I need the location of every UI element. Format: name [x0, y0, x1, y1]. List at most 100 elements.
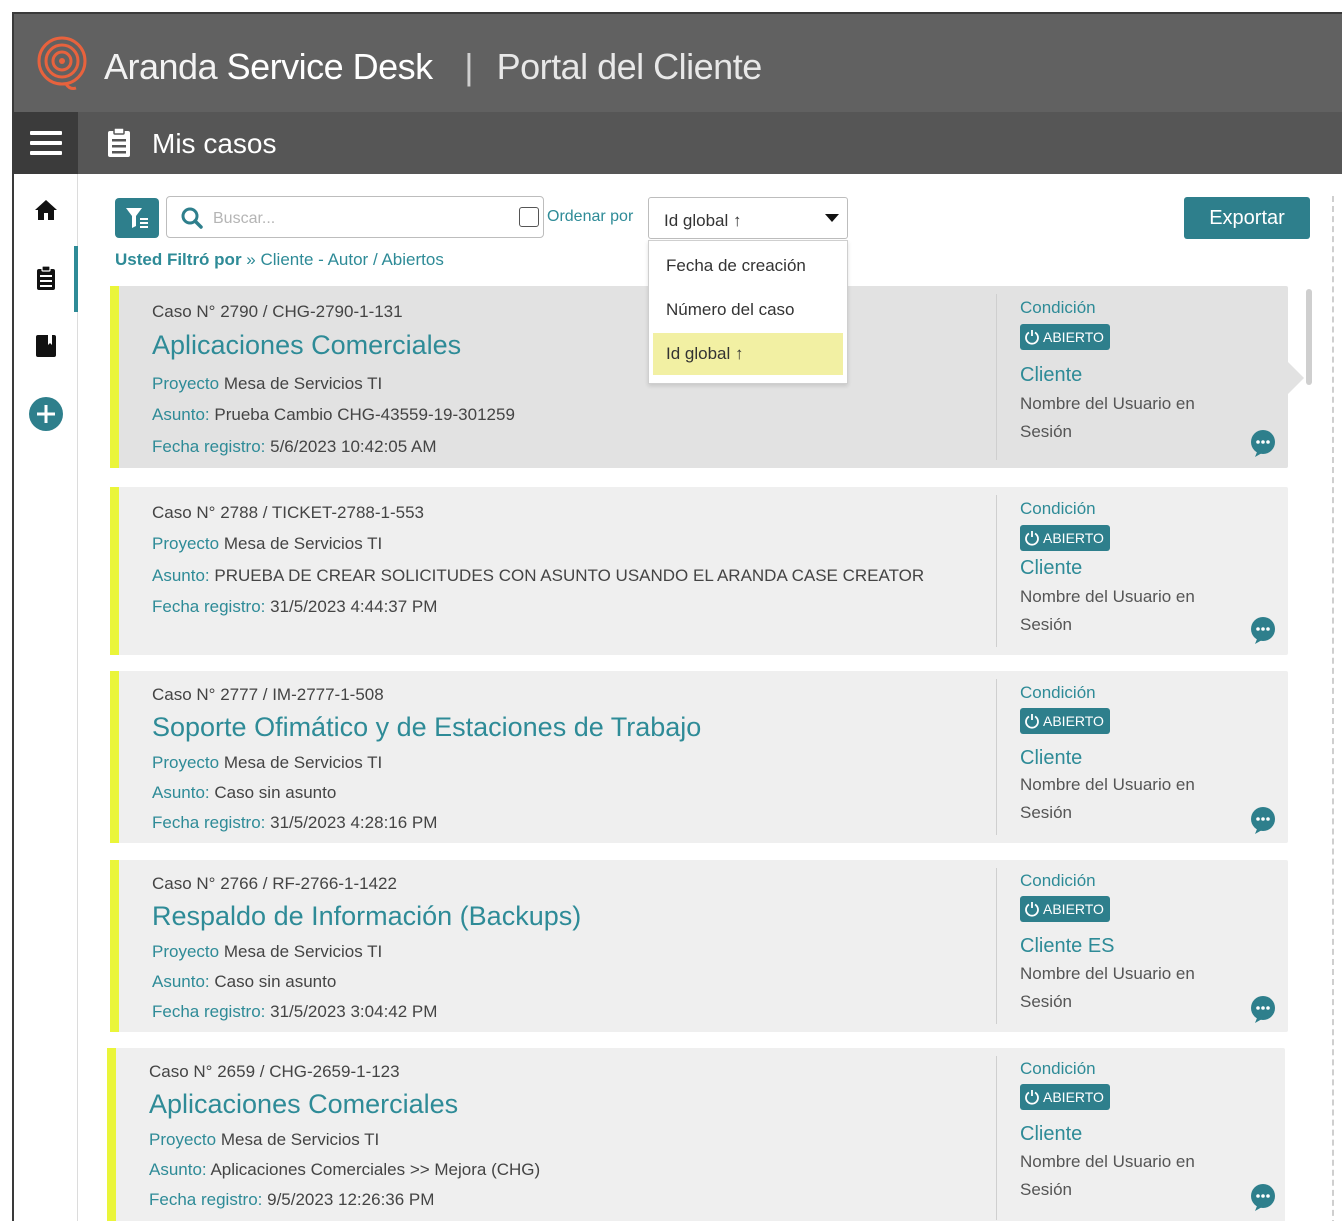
condition-label: Condición — [1020, 1059, 1096, 1078]
sidebar-item-cases[interactable] — [14, 256, 78, 300]
chat-icon[interactable] — [1248, 1182, 1278, 1212]
case-date: Fecha registro: 9/5/2023 12:26:36 PM — [149, 1190, 435, 1209]
case-number: Caso N° 2777 / IM-2777-1-508 — [152, 685, 384, 704]
chevron-down-icon — [825, 214, 839, 222]
status-badge: ABIERTO — [1020, 708, 1110, 734]
client-label: Cliente — [1020, 1123, 1083, 1145]
top-header: Aranda Service Desk | Portal del Cliente — [14, 14, 1342, 112]
case-subject: Asunto: Caso sin asunto — [152, 783, 337, 802]
case-card[interactable]: Caso N° 2766 / RF-2766-1-1422 Respaldo d… — [110, 860, 1288, 1032]
filter-value: Cliente - Autor / Abiertos — [260, 250, 444, 269]
menu-hamburger-icon[interactable] — [14, 112, 78, 174]
app-title: Aranda Service Desk | Portal del Cliente — [104, 46, 762, 88]
case-project: Proyecto Mesa de Servicios TI — [149, 1130, 380, 1149]
main-content: Buscar... Ordenar por Id global ↑ Fecha … — [78, 174, 1342, 1221]
case-project: Proyecto Mesa de Servicios TI — [152, 942, 383, 961]
condition-label: Condición — [1020, 683, 1096, 702]
order-checkbox[interactable] — [519, 207, 539, 227]
chat-icon[interactable] — [1248, 428, 1278, 458]
case-status-stripe — [110, 286, 119, 468]
case-title[interactable]: Soporte Ofimático y de Estaciones de Tra… — [152, 712, 701, 743]
order-selected-value: Id global ↑ — [664, 211, 742, 230]
case-title[interactable]: Respaldo de Información (Backups) — [152, 901, 581, 932]
filter-button[interactable] — [115, 198, 159, 238]
sidebar-item-new-case[interactable] — [14, 392, 78, 436]
scrollbar-thumb[interactable] — [1306, 289, 1312, 385]
user-name: Nombre del Usuario en Sesión — [1020, 775, 1195, 822]
status-badge: ABIERTO — [1020, 525, 1110, 551]
order-select[interactable]: Id global ↑ — [648, 197, 848, 239]
case-status-stripe — [110, 860, 119, 1032]
order-option-numero[interactable]: Número del caso — [653, 289, 843, 331]
user-name: Nombre del Usuario en Sesión — [1020, 964, 1195, 1011]
case-status-stripe — [110, 671, 119, 843]
chat-icon[interactable] — [1248, 805, 1278, 835]
search-box[interactable]: Buscar... — [166, 196, 544, 238]
brand-light: Aranda — [104, 46, 218, 87]
condition-label: Condición — [1020, 499, 1096, 518]
book-icon — [36, 335, 56, 357]
case-project: Proyecto Mesa de Servicios TI — [152, 534, 383, 553]
client-label: Cliente — [1020, 364, 1083, 386]
order-option-fecha[interactable]: Fecha de creación — [653, 245, 843, 287]
power-icon — [1025, 330, 1039, 345]
case-card[interactable]: Caso N° 2788 / TICKET-2788-1-553 Proyect… — [110, 487, 1288, 655]
filter-arrow: » — [246, 250, 256, 269]
search-icon — [181, 207, 203, 229]
user-name: Nombre del Usuario en Sesión — [1020, 587, 1195, 634]
card-divider — [996, 1056, 997, 1220]
chat-icon[interactable] — [1248, 994, 1278, 1024]
panel-divider — [1332, 196, 1334, 1221]
selected-card-pointer — [1288, 362, 1304, 394]
client-label: Cliente — [1020, 747, 1083, 769]
case-card[interactable]: Caso N° 2659 / CHG-2659-1-123 Aplicacion… — [107, 1048, 1285, 1221]
order-dropdown-menu: Fecha de creación Número del caso Id glo… — [648, 240, 848, 384]
status-badge: ABIERTO — [1020, 324, 1110, 350]
power-icon — [1025, 531, 1039, 546]
home-icon — [35, 200, 57, 220]
brand-separator: | — [464, 46, 474, 87]
status-badge: ABIERTO — [1020, 896, 1110, 922]
client-label: Cliente — [1020, 557, 1083, 579]
sidebar — [14, 174, 78, 1221]
add-circle-icon — [29, 397, 63, 431]
case-number: Caso N° 2788 / TICKET-2788-1-553 — [152, 503, 425, 522]
case-title[interactable]: Aplicaciones Comerciales — [152, 330, 461, 361]
case-subject: Asunto: Caso sin asunto — [152, 972, 337, 991]
sidebar-item-knowledge[interactable] — [14, 324, 78, 368]
chat-icon[interactable] — [1248, 615, 1278, 645]
sidebar-item-home[interactable] — [14, 188, 78, 232]
case-title[interactable]: Aplicaciones Comerciales — [149, 1089, 458, 1120]
app-window: Aranda Service Desk | Portal del Cliente… — [12, 12, 1342, 1221]
case-date: Fecha registro: 31/5/2023 4:28:16 PM — [152, 813, 438, 832]
case-subject: Asunto: PRUEBA DE CREAR SOLICITUDES CON … — [152, 566, 925, 585]
case-number: Caso N° 2766 / RF-2766-1-1422 — [152, 874, 397, 893]
case-subject: Asunto: Prueba Cambio CHG-43559-19-30125… — [152, 405, 515, 424]
card-divider — [996, 294, 997, 460]
case-status-stripe — [107, 1048, 116, 1221]
portal-name: Portal del Cliente — [496, 46, 763, 87]
aranda-logo-icon — [37, 36, 87, 90]
order-option-id-global[interactable]: Id global ↑ — [653, 333, 843, 375]
card-divider — [996, 495, 997, 647]
card-divider — [996, 679, 997, 835]
clipboard-icon — [37, 265, 55, 290]
case-project: Proyecto Mesa de Servicios TI — [152, 374, 383, 393]
case-subject: Asunto: Aplicaciones Comerciales >> Mejo… — [149, 1160, 541, 1179]
case-card[interactable]: Caso N° 2777 / IM-2777-1-508 Soporte Ofi… — [110, 671, 1288, 843]
power-icon — [1025, 714, 1039, 729]
export-button[interactable]: Exportar — [1184, 197, 1310, 239]
filter-icon — [126, 208, 148, 228]
order-label: Ordenar por — [547, 208, 634, 225]
card-divider — [996, 868, 997, 1024]
client-label: Cliente ES — [1020, 935, 1115, 957]
case-date: Fecha registro: 31/5/2023 4:44:37 PM — [152, 597, 438, 616]
case-date: Fecha registro: 31/5/2023 3:04:42 PM — [152, 1002, 438, 1021]
brand-bold: Service Desk — [226, 46, 434, 87]
filter-summary: Usted Filtró por » Cliente - Autor / Abi… — [115, 250, 444, 270]
power-icon — [1025, 902, 1039, 917]
user-name: Nombre del Usuario en Sesión — [1020, 1152, 1195, 1199]
page-title: Mis casos — [152, 128, 277, 159]
case-date: Fecha registro: 5/6/2023 10:42:05 AM — [152, 437, 437, 456]
sub-header: Mis casos — [14, 112, 1342, 174]
